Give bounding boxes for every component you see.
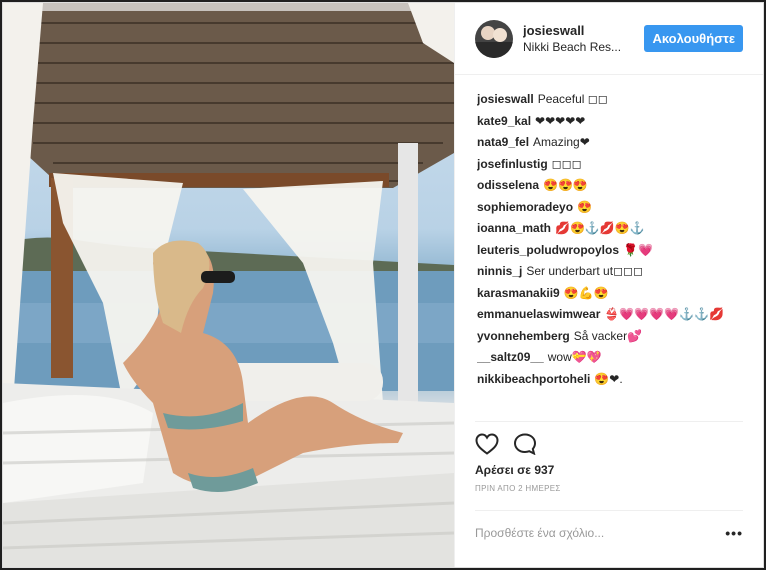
comment-text: 👙💗💗💗💗⚓⚓💋 xyxy=(604,307,724,321)
comment-item: __saltz09__ wow💝💖 xyxy=(477,347,743,369)
comment-text: 😍💪😍 xyxy=(563,285,609,300)
comment-input[interactable]: Προσθέστε ένα σχόλιο... xyxy=(475,526,604,540)
comment-username[interactable]: kate9_kal xyxy=(477,114,531,128)
post-header: josieswall Nikki Beach Res... Ακολουθήστ… xyxy=(455,3,763,75)
avatar[interactable] xyxy=(475,19,513,58)
comment-text: 😍 xyxy=(577,199,592,214)
comment-item: emmanuelaswimwear 👙💗💗💗💗⚓⚓💋 xyxy=(477,304,743,326)
comment-item: karasmanakii9 😍💪😍 xyxy=(477,283,743,305)
comment-item: kate9_kal ❤❤❤❤❤ xyxy=(477,111,743,133)
comment-username[interactable]: josefinlustig xyxy=(477,157,548,171)
comment-username[interactable]: josieswall xyxy=(477,92,534,106)
comment-username[interactable]: ioanna_math xyxy=(477,221,551,235)
comment-username[interactable]: odisselena xyxy=(477,178,539,192)
comment-username[interactable]: karasmanakii9 xyxy=(477,286,560,300)
comment-username[interactable]: ninnis_j xyxy=(477,264,522,278)
comment-item: odisselena 😍😍😍 xyxy=(477,175,743,197)
comment-item: josieswall Peaceful ◻◻ xyxy=(477,89,743,111)
comment-text: ◻◻◻ xyxy=(551,156,582,171)
comment-item: ninnis_j Ser underbart ut◻◻◻ xyxy=(477,261,743,283)
comment-username[interactable]: nata9_fel xyxy=(477,135,529,149)
comment-text: 😍❤. xyxy=(594,371,623,386)
comment-item: nikkibeachportoheli 😍❤. xyxy=(477,369,743,391)
comment-item: ioanna_math 💋😍⚓💋😍⚓ xyxy=(477,218,743,240)
comment-username[interactable]: yvonnehemberg xyxy=(477,329,570,343)
comment-item: sophiemoradeyo 😍 xyxy=(477,197,743,219)
comment-username[interactable]: nikkibeachportoheli xyxy=(477,372,590,386)
comment-username[interactable]: emmanuelaswimwear xyxy=(477,307,600,321)
add-comment-bar: Προσθέστε ένα σχόλιο... ••• xyxy=(475,510,743,555)
post-photo[interactable] xyxy=(3,3,454,567)
comment-text: Ser underbart ut◻◻◻ xyxy=(526,264,643,278)
more-options-icon[interactable]: ••• xyxy=(725,525,743,541)
post-timestamp[interactable]: ΠΡΙΝ ΑΠΟ 2 ΗΜΕΡΕΣ xyxy=(455,482,763,496)
comment-text: 😍😍😍 xyxy=(543,178,588,192)
comment-text: 💋😍⚓💋😍⚓ xyxy=(555,221,645,235)
location-link[interactable]: Nikki Beach Res... xyxy=(523,39,628,55)
comment-text: Peaceful ◻◻ xyxy=(537,92,608,106)
comment-username[interactable]: leuteris_poludwropoylos xyxy=(477,243,619,257)
comments-list: josieswall Peaceful ◻◻ kate9_kal ❤❤❤❤❤ nata9… xyxy=(455,75,763,421)
comment-item: nata9_fel Amazing❤ xyxy=(477,132,743,154)
comment-username[interactable]: __saltz09__ xyxy=(477,350,544,364)
post-modal: josieswall Nikki Beach Res... Ακολουθήστ… xyxy=(2,2,764,568)
post-sidebar: josieswall Nikki Beach Res... Ακολουθήστ… xyxy=(454,3,763,567)
heart-icon[interactable] xyxy=(475,433,499,455)
comment-text: 🌹💗 xyxy=(623,242,653,257)
comment-text: Amazing❤ xyxy=(533,135,590,149)
username-link[interactable]: josieswall xyxy=(523,23,644,39)
cabana-beach-image xyxy=(3,3,454,567)
comment-item: yvonnehemberg Så vacker💕 xyxy=(477,326,743,348)
post-actions xyxy=(475,421,743,466)
follow-button[interactable]: Ακολουθήστε xyxy=(644,25,743,52)
comment-text: wow💝💖 xyxy=(547,350,602,364)
user-block: josieswall Nikki Beach Res... xyxy=(523,23,644,55)
comment-text: ❤❤❤❤❤ xyxy=(535,113,586,128)
comment-icon[interactable] xyxy=(513,433,537,455)
comment-item: josefinlustig ◻◻◻ xyxy=(477,154,743,176)
likes-count[interactable]: Αρέσει σε 937 xyxy=(455,462,763,478)
comment-item: leuteris_poludwropoylos 🌹💗 xyxy=(477,240,743,262)
comment-username[interactable]: sophiemoradeyo xyxy=(477,200,573,214)
comment-text: Så vacker💕 xyxy=(573,328,642,343)
